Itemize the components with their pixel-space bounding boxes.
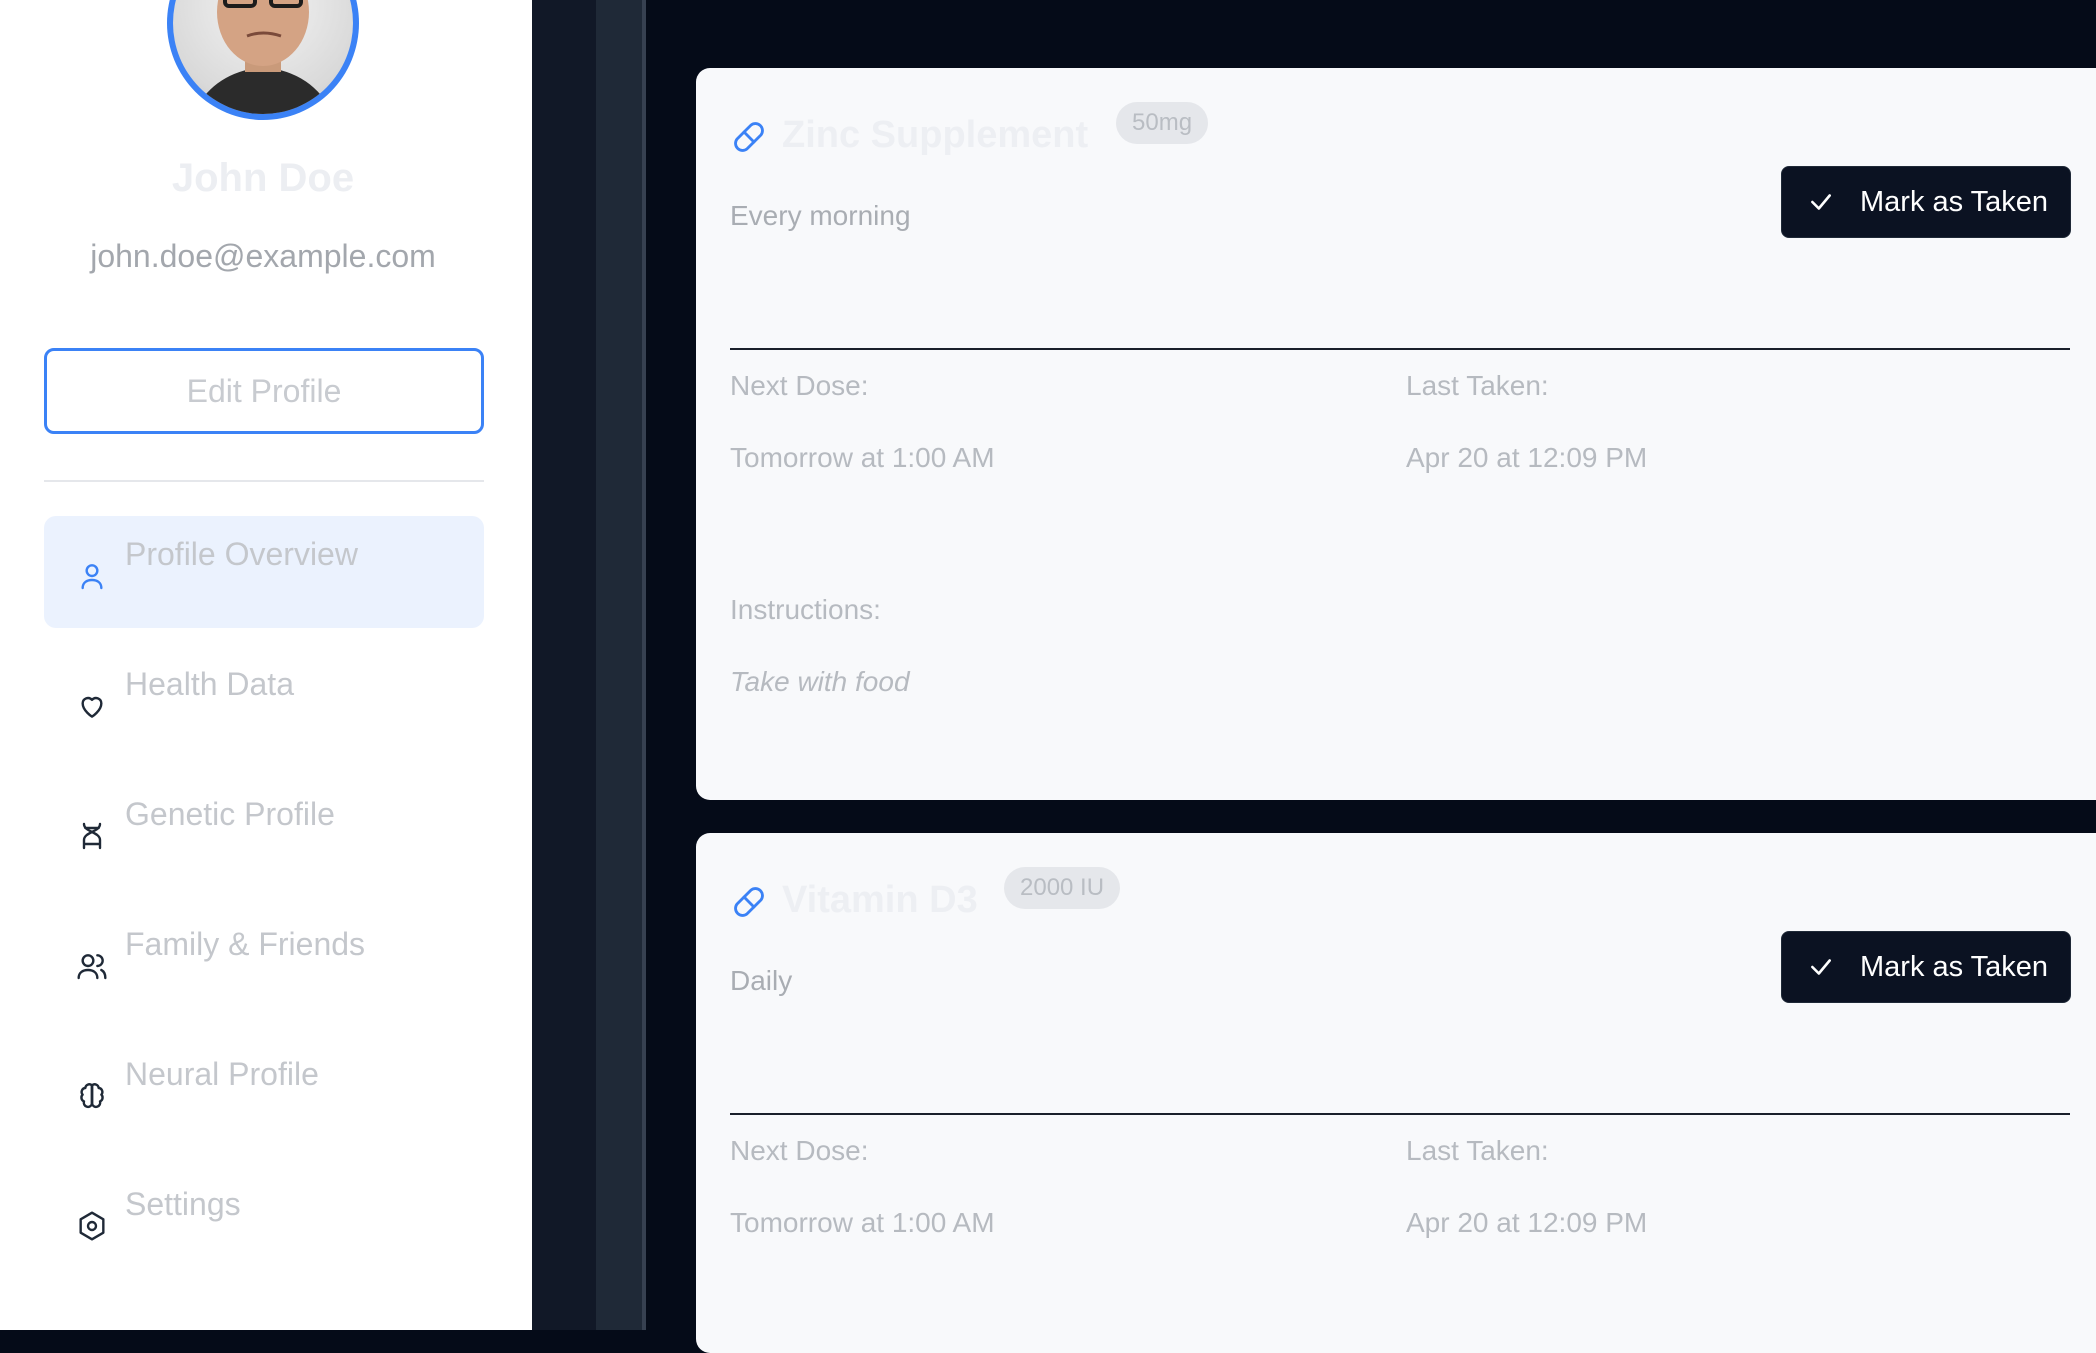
- panel-divider[interactable]: [642, 0, 646, 1330]
- mark-as-taken-label: Mark as Taken: [1860, 950, 2049, 983]
- collapsed-panel-secondary: [596, 0, 642, 1330]
- user-name: John Doe: [171, 156, 355, 200]
- pill-icon: [734, 122, 764, 152]
- sidebar-item-label: Settings: [125, 1186, 241, 1222]
- sidebar-item-family-friends[interactable]: Family & Friends: [44, 906, 484, 1018]
- last-taken-value: Apr 20 at 12:09 PM: [1406, 442, 1648, 473]
- next-dose-value: Tomorrow at 1:00 AM: [730, 442, 995, 473]
- collapsed-panel: [532, 0, 596, 1330]
- mark-as-taken-label: Mark as Taken: [1860, 185, 2049, 218]
- next-dose-label: Next Dose:: [730, 370, 869, 401]
- last-taken-label: Last Taken:: [1406, 370, 1549, 401]
- settings-icon: [79, 1211, 105, 1241]
- user-email: john.doe@example.com: [90, 238, 436, 274]
- instructions-value: Take with food: [730, 666, 910, 697]
- check-icon: [1811, 959, 1831, 975]
- card-divider: [730, 348, 2070, 350]
- user-icon: [81, 564, 103, 590]
- mark-as-taken-button[interactable]: Mark as Taken: [1781, 931, 2071, 1003]
- last-taken-label: Last Taken:: [1406, 1135, 1549, 1166]
- heart-icon: [81, 696, 103, 718]
- sidebar-item-label: Neural Profile: [125, 1056, 319, 1092]
- sidebar-item-label: Family & Friends: [125, 926, 366, 962]
- sidebar-item-neural-profile[interactable]: Neural Profile: [44, 1036, 484, 1148]
- card-divider: [730, 1113, 2070, 1115]
- sidebar-item-label: Health Data: [125, 666, 294, 702]
- sidebar-item-profile-overview[interactable]: Profile Overview: [44, 516, 484, 628]
- brain-icon: [80, 1083, 104, 1109]
- sidebar-item-label: Profile Overview: [125, 536, 358, 572]
- next-dose-value: Tomorrow at 1:00 AM: [730, 1207, 995, 1238]
- instructions-label: Instructions:: [730, 594, 881, 625]
- last-taken-value: Apr 20 at 12:09 PM: [1406, 1207, 1648, 1238]
- pill-icon: [734, 887, 764, 917]
- edit-profile-button[interactable]: Edit Profile: [44, 348, 484, 434]
- mark-as-taken-button[interactable]: Mark as Taken: [1781, 166, 2071, 238]
- sidebar: John Doe john.doe@example.com Edit Profi…: [0, 0, 532, 1330]
- medication-name: Vitamin D3: [782, 879, 978, 921]
- sidebar-divider: [44, 480, 484, 482]
- medication-name: Zinc Supplement: [782, 114, 1089, 156]
- next-dose-label: Next Dose:: [730, 1135, 869, 1166]
- sidebar-item-health-data[interactable]: Health Data: [44, 646, 484, 758]
- medication-schedule: Daily: [730, 965, 793, 996]
- medication-card: Vitamin D3 2000 IU Daily Mark as Taken N…: [696, 833, 2096, 1353]
- users-icon: [77, 954, 107, 980]
- dose-badge: 2000 IU: [1004, 867, 1121, 909]
- sidebar-item-settings[interactable]: Settings: [44, 1166, 484, 1278]
- medication-card: Zinc Supplement 50mg Every morning Mark …: [696, 68, 2096, 800]
- sidebar-item-label: Genetic Profile: [125, 796, 335, 832]
- medication-schedule: Every morning: [730, 200, 911, 231]
- dose-badge: 50mg: [1116, 102, 1209, 144]
- avatar[interactable]: [167, 0, 359, 120]
- check-icon: [1811, 194, 1831, 210]
- avatar-photo: [173, 0, 353, 114]
- dna-icon: [82, 822, 102, 850]
- sidebar-item-genetic-profile[interactable]: Genetic Profile: [44, 776, 484, 888]
